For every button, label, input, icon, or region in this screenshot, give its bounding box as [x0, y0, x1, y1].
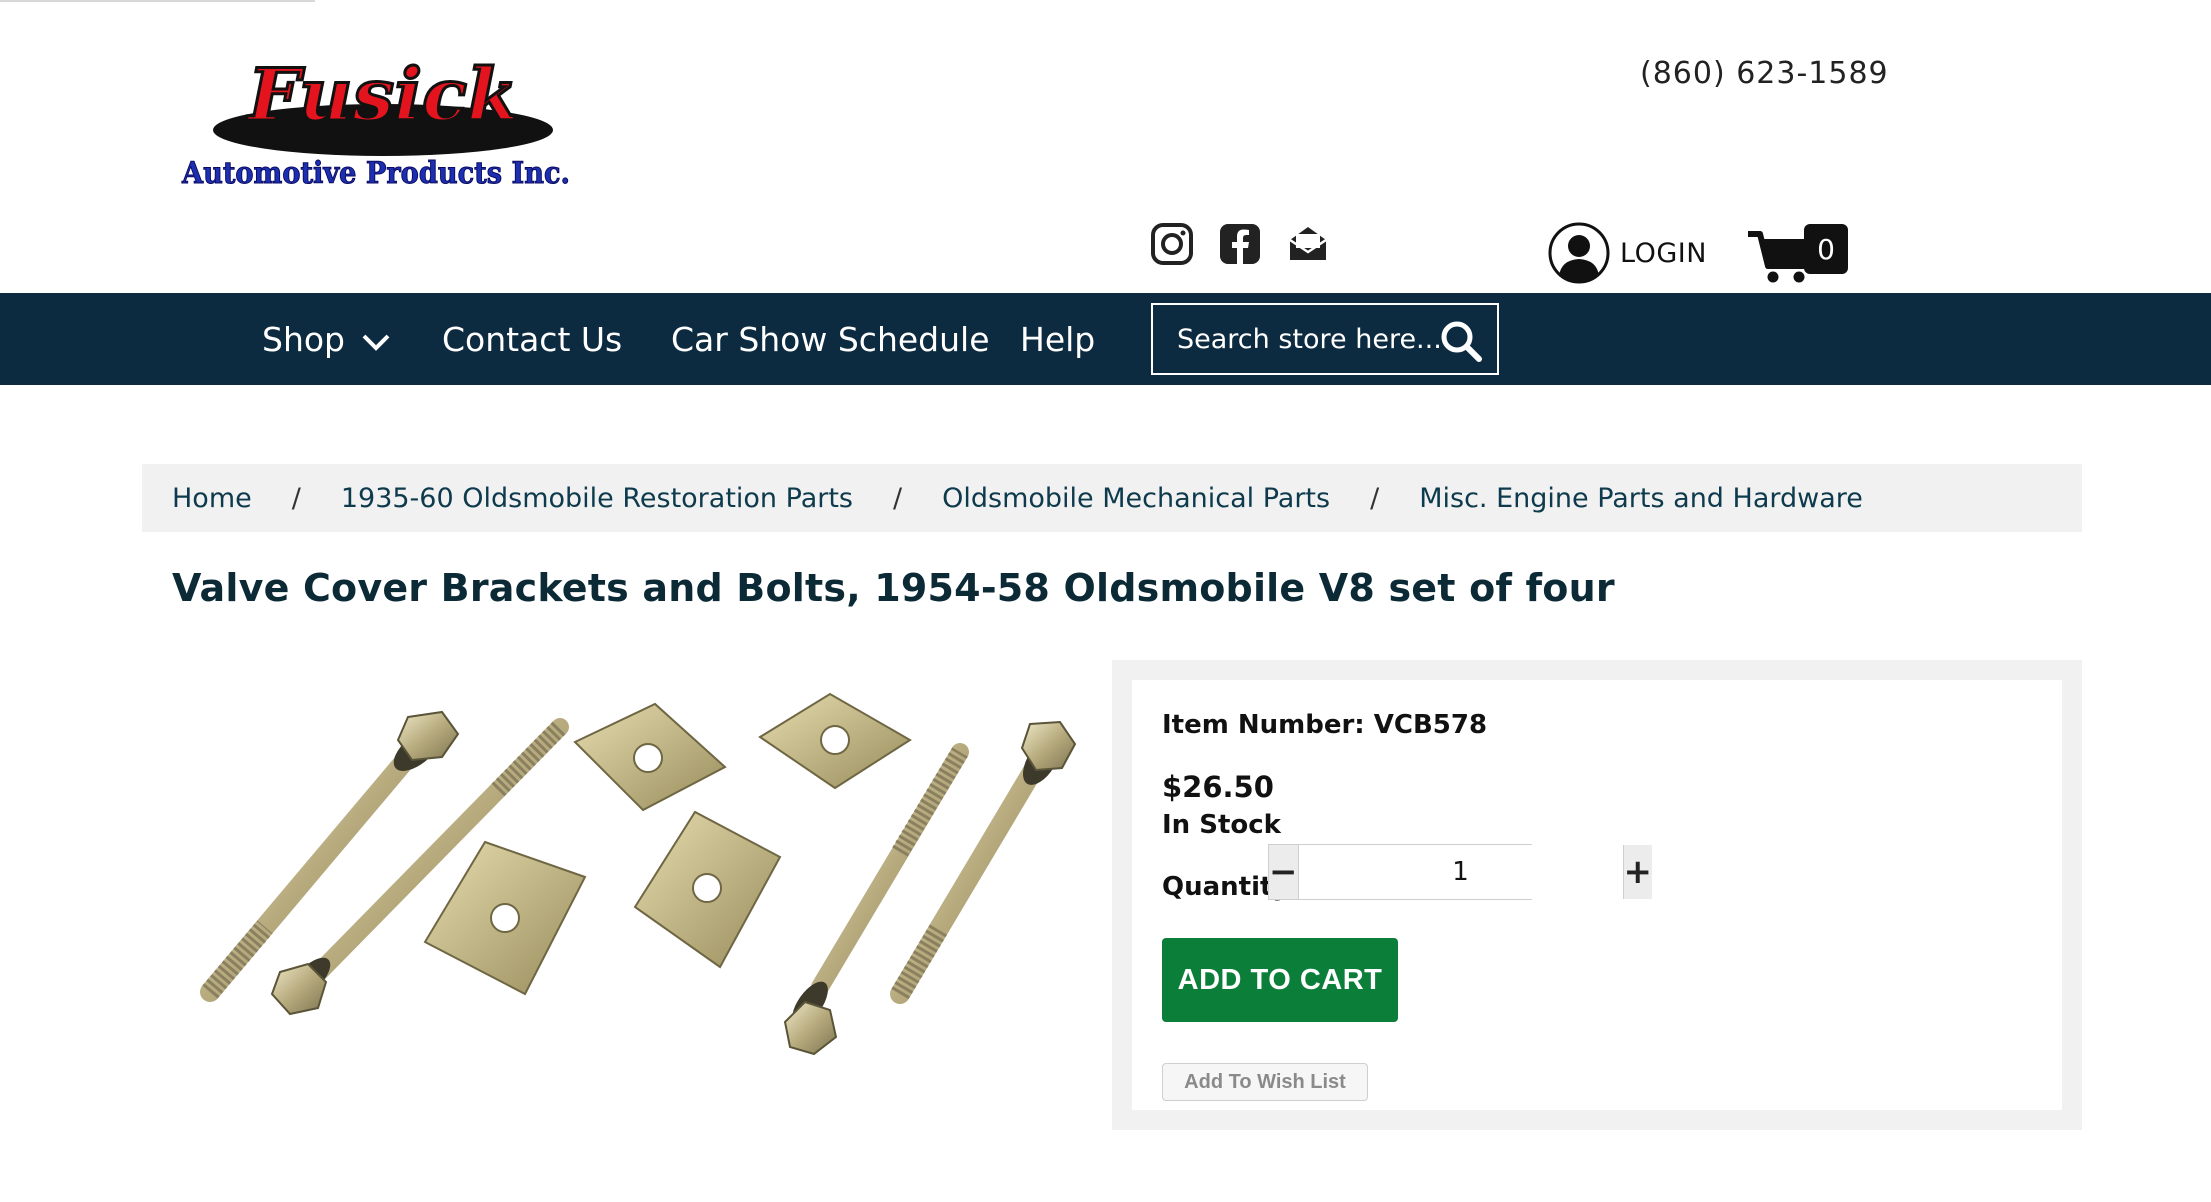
- email-icon[interactable]: [1286, 222, 1330, 266]
- purchase-panel: Item Number: VCB578 $26.50 In Stock Quan…: [1112, 660, 2082, 1130]
- breadcrumb: Home / 1935-60 Oldsmobile Restoration Pa…: [142, 464, 2082, 532]
- login-link[interactable]: LOGIN: [1548, 222, 1707, 284]
- nav-contact-us[interactable]: Contact Us: [442, 293, 622, 385]
- stock-status: In Stock: [1162, 810, 1281, 840]
- breadcrumb-separator: /: [1370, 482, 1380, 514]
- product-price: $26.50: [1162, 770, 1274, 804]
- nav-help[interactable]: Help: [1020, 293, 1095, 385]
- cart-count-badge: 0: [1804, 224, 1848, 274]
- main-nav: Shop Contact Us Car Show Schedule Help: [0, 293, 2211, 385]
- bracket-1: [573, 702, 727, 812]
- nav-shop-label: Shop: [262, 319, 345, 359]
- top-divider: [0, 0, 315, 2]
- cart-button[interactable]: 0: [1746, 224, 1856, 286]
- stud-2: [783, 743, 969, 1056]
- nav-car-show-schedule-label: Car Show Schedule: [671, 319, 990, 359]
- bolt-2: [890, 720, 1077, 1004]
- chevron-down-icon: [362, 334, 390, 351]
- bracket-4: [633, 810, 782, 969]
- logo-tagline-text: Automotive Products Inc.: [181, 156, 570, 191]
- search-input[interactable]: [1177, 323, 1447, 355]
- breadcrumb-separator: /: [893, 482, 903, 514]
- facebook-icon[interactable]: [1218, 222, 1262, 266]
- social-links: [1150, 222, 1330, 266]
- add-to-cart-button[interactable]: ADD TO CART: [1162, 938, 1398, 1022]
- phone-number[interactable]: (860) 623-1589: [1640, 56, 1889, 91]
- bracket-2: [758, 692, 912, 790]
- quantity-input[interactable]: [1298, 845, 1623, 899]
- item-number: Item Number: VCB578: [1162, 710, 1488, 740]
- breadcrumb-separator: /: [291, 482, 301, 514]
- login-label: LOGIN: [1620, 237, 1707, 269]
- nav-shop[interactable]: Shop: [262, 293, 391, 385]
- nav-car-show-schedule[interactable]: Car Show Schedule: [671, 293, 990, 385]
- nav-contact-us-label: Contact Us: [442, 319, 623, 359]
- page: Fusick Automotive Products Inc. (860) 62…: [0, 0, 2211, 1202]
- search-icon[interactable]: [1439, 319, 1483, 363]
- quantity-increase-button[interactable]: +: [1622, 845, 1652, 899]
- add-to-wish-list-button[interactable]: Add To Wish List: [1162, 1063, 1368, 1101]
- bracket-3: [423, 840, 587, 996]
- user-avatar-icon: [1548, 222, 1610, 284]
- breadcrumb-restoration-parts[interactable]: 1935-60 Oldsmobile Restoration Parts: [341, 483, 853, 514]
- fusick-logo[interactable]: Fusick Automotive Products Inc.: [178, 48, 578, 198]
- purchase-panel-inner: Item Number: VCB578 $26.50 In Stock Quan…: [1132, 680, 2062, 1110]
- search-box: [1151, 303, 1499, 375]
- product-title: Valve Cover Brackets and Bolts, 1954-58 …: [172, 566, 1615, 610]
- nav-help-label: Help: [1020, 319, 1096, 359]
- breadcrumb-mechanical-parts[interactable]: Oldsmobile Mechanical Parts: [942, 483, 1330, 514]
- quantity-decrease-button[interactable]: −: [1269, 845, 1299, 899]
- breadcrumb-home[interactable]: Home: [172, 483, 252, 514]
- product-image[interactable]: [180, 682, 1080, 1082]
- logo-brand-text: Fusick: [246, 52, 518, 137]
- breadcrumb-misc-engine-parts[interactable]: Misc. Engine Parts and Hardware: [1419, 483, 1863, 514]
- quantity-stepper: − +: [1268, 844, 1652, 900]
- instagram-icon[interactable]: [1150, 222, 1194, 266]
